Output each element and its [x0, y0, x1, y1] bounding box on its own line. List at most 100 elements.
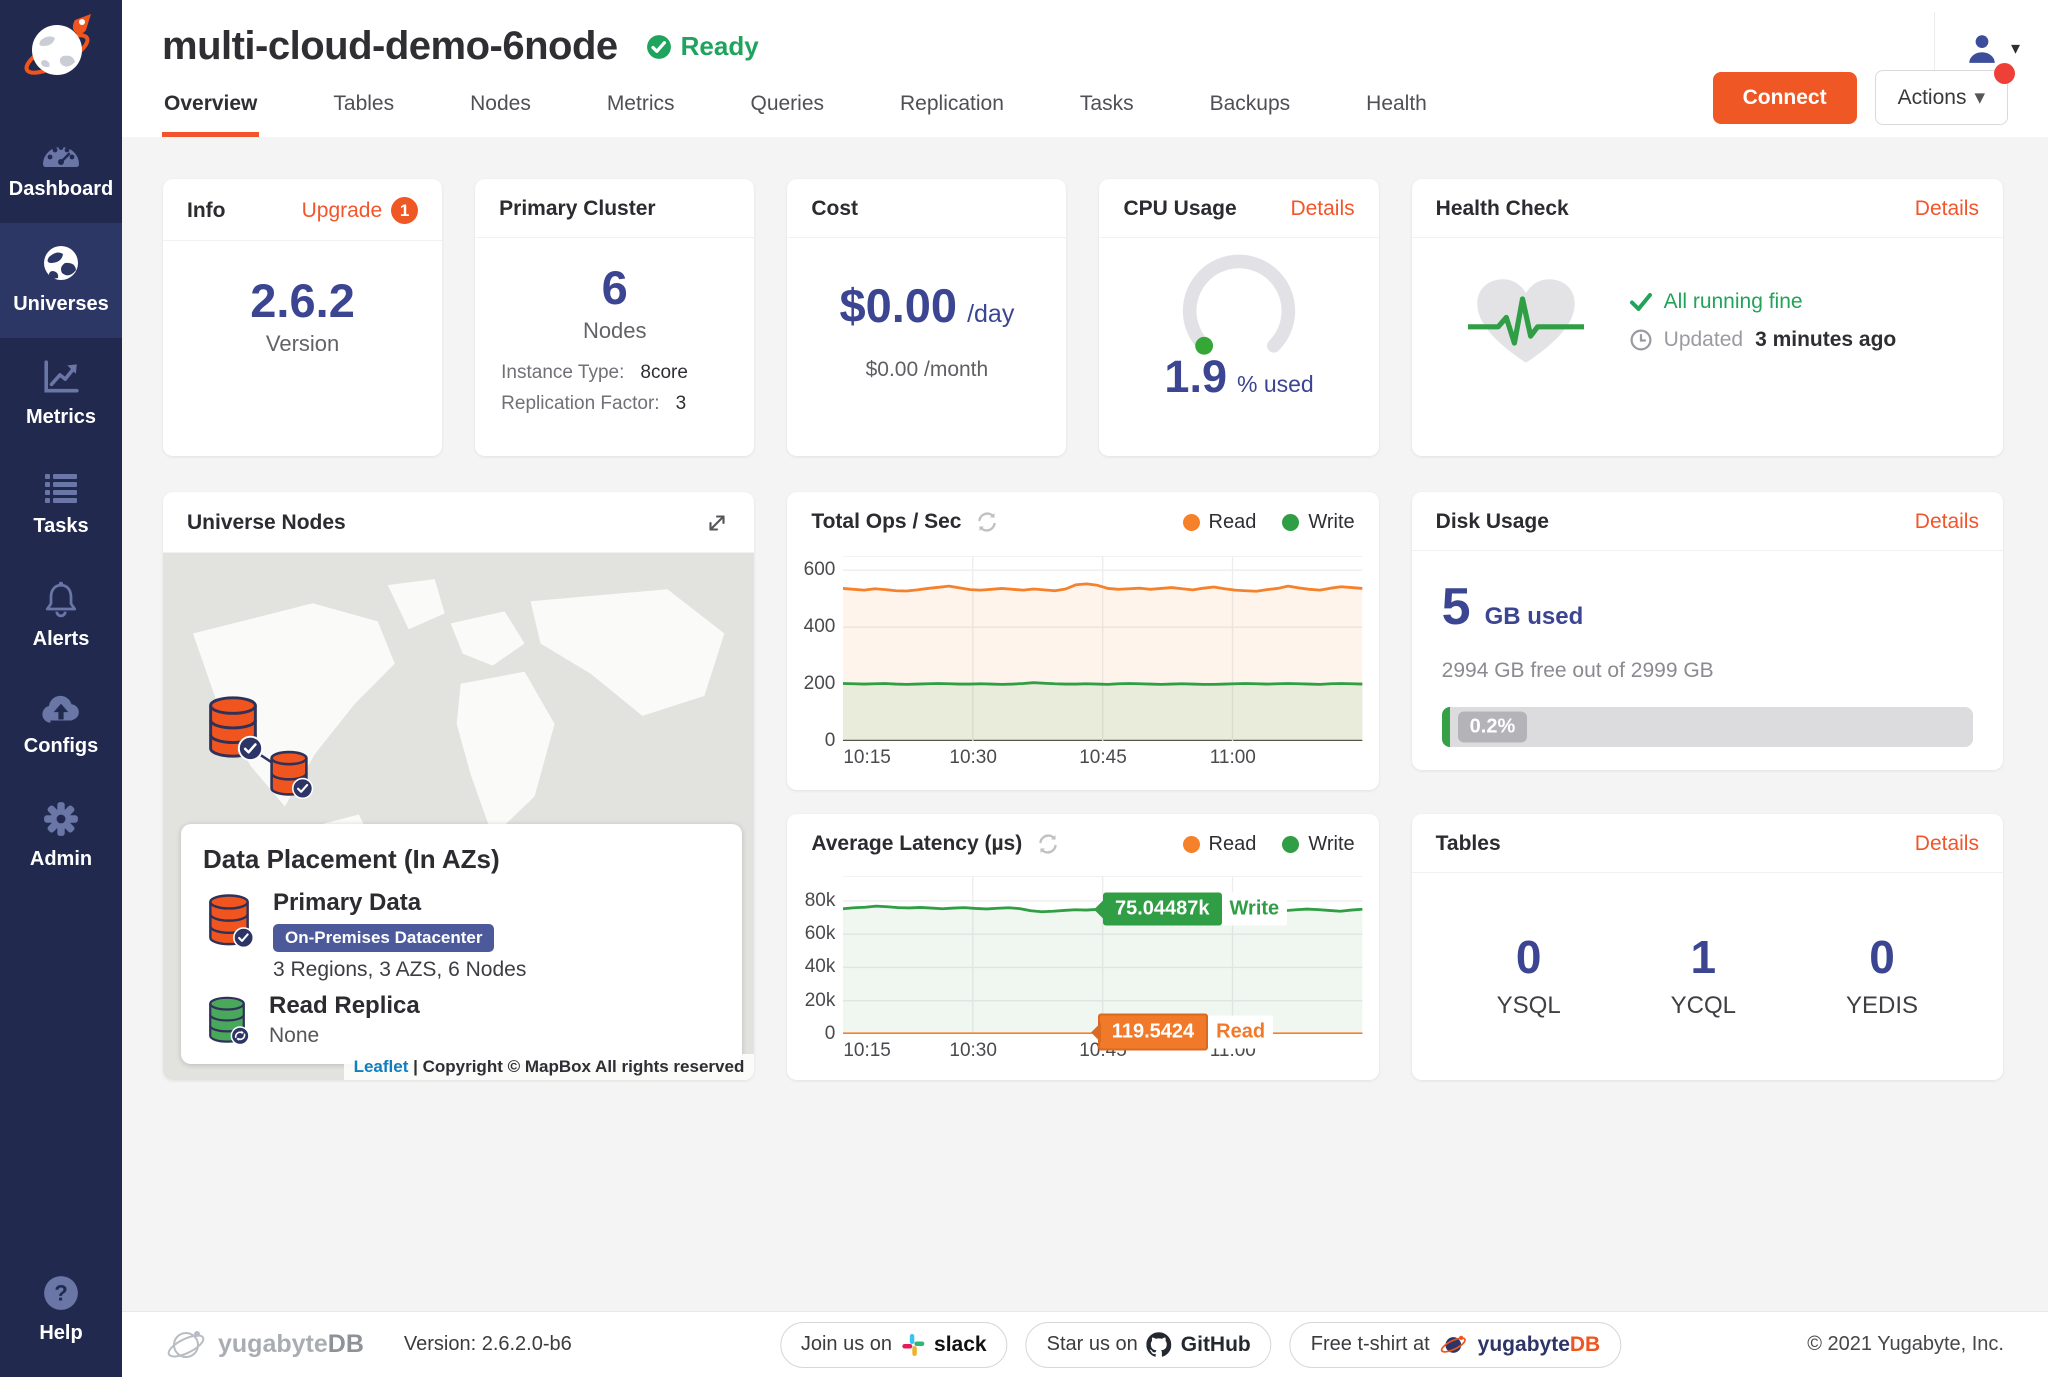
updated-value: 3 minutes ago — [1755, 328, 1896, 352]
primary-data-title: Primary Data — [273, 889, 526, 917]
ops-legend: Read Write — [1183, 511, 1355, 534]
footer-brand: yugabyteDB — [166, 1327, 364, 1363]
refresh-icon[interactable] — [1036, 832, 1060, 856]
disk-used-value: 5 — [1442, 577, 1471, 637]
health-updated-row: Updated 3 minutes ago — [1630, 328, 1897, 352]
status-label: Ready — [681, 31, 759, 62]
connect-button[interactable]: Connect — [1713, 72, 1857, 124]
main-area: multi-cloud-demo-6node Ready ▾ Overview … — [122, 0, 2048, 1377]
sidebar-item-universes[interactable]: Universes — [0, 223, 122, 338]
notification-dot — [1994, 63, 2015, 84]
disk-details-link[interactable]: Details — [1915, 510, 1979, 534]
sidebar: Dashboard Universes Metrics — [0, 0, 122, 1377]
tshirt-button[interactable]: Free t-shirt at yugabyteDB — [1290, 1322, 1621, 1368]
version-caption: Version — [163, 331, 442, 357]
tab-bar: Overview Tables Nodes Metrics Queries Re… — [122, 73, 2048, 137]
tab-tables[interactable]: Tables — [331, 92, 396, 137]
health-check-card: Health Check Details — [1412, 179, 2003, 456]
read-legend-dot — [1183, 514, 1200, 531]
tab-queries[interactable]: Queries — [748, 92, 826, 137]
cost-per-month: $0.00 /month — [787, 358, 1066, 382]
heartbeat-icon — [1468, 272, 1584, 370]
tab-health[interactable]: Health — [1364, 92, 1429, 137]
replication-factor-row: Replication Factor: 3 — [501, 393, 728, 415]
universes-globe-icon — [41, 243, 81, 283]
sidebar-item-dashboard[interactable]: Dashboard — [0, 118, 122, 223]
sidebar-item-alerts[interactable]: Alerts — [0, 560, 122, 673]
tab-tasks[interactable]: Tasks — [1078, 92, 1136, 137]
x-tick-label: 11:00 — [1210, 747, 1256, 769]
disk-free-text: 2994 GB free out of 2999 GB — [1442, 659, 1973, 683]
x-tick-label: 10:45 — [1079, 747, 1127, 769]
sidebar-item-admin[interactable]: Admin — [0, 780, 122, 893]
universe-nodes-card: Universe Nodes — [163, 492, 754, 1080]
x-tick-label: 10:30 — [949, 1040, 997, 1062]
map-marker-primary[interactable] — [201, 690, 265, 767]
read-replica-detail: None — [269, 1024, 420, 1048]
upgrade-link[interactable]: Upgrade 1 — [302, 197, 419, 224]
refresh-icon[interactable] — [975, 510, 999, 534]
database-marker-icon — [264, 743, 314, 799]
card-title: Primary Cluster — [499, 197, 655, 221]
yedis-label: YEDIS — [1846, 992, 1918, 1020]
ycql-value: 1 — [1671, 930, 1736, 984]
y-tick-label: 0 — [825, 1023, 836, 1045]
tab-backups[interactable]: Backups — [1208, 92, 1293, 137]
world-map[interactable]: Data Placement (In AZs) — [163, 553, 754, 1080]
nodes-count: 6 — [475, 262, 754, 314]
health-details-link[interactable]: Details — [1915, 197, 1979, 221]
disk-percent-badge: 0.2% — [1458, 712, 1528, 743]
sidebar-item-metrics[interactable]: Metrics — [0, 338, 122, 451]
ycql-label: YCQL — [1671, 992, 1736, 1020]
expand-icon[interactable] — [704, 510, 730, 536]
card-title: Total Ops / Sec — [811, 510, 961, 534]
sidebar-item-label: Metrics — [26, 406, 96, 428]
total-ops-card: Total Ops / Sec Read Write — [787, 492, 1378, 790]
row-value: 3 — [676, 393, 687, 415]
card-title: Universe Nodes — [187, 511, 346, 535]
cost-per-day: $0.00 — [839, 280, 957, 332]
configs-cloud-icon — [40, 693, 82, 725]
sidebar-item-help[interactable]: ? Help — [0, 1254, 122, 1367]
chevron-down-icon: ▾ — [1974, 86, 1985, 109]
sidebar-item-configs[interactable]: Configs — [0, 673, 122, 780]
latency-legend: Read Write — [1183, 833, 1355, 856]
database-marker-icon — [201, 690, 265, 762]
row-value: 8core — [640, 362, 688, 384]
github-button[interactable]: Star us on GitHub — [1026, 1322, 1272, 1368]
tables-details-link[interactable]: Details — [1915, 832, 1979, 856]
yugabyte-logo[interactable] — [19, 12, 103, 92]
github-label: GitHub — [1181, 1333, 1251, 1357]
tasks-list-icon — [41, 471, 81, 505]
tab-replication[interactable]: Replication — [898, 92, 1006, 137]
tab-metrics[interactable]: Metrics — [605, 92, 677, 137]
tab-overview[interactable]: Overview — [162, 92, 259, 137]
github-prefix: Star us on — [1047, 1333, 1138, 1356]
cost-day-suffix: /day — [967, 300, 1014, 329]
card-title: Cost — [811, 197, 858, 221]
y-tick-label: 400 — [804, 616, 836, 638]
write-legend-dot — [1282, 836, 1299, 853]
user-avatar-icon — [1965, 31, 1999, 65]
write-latency-label: Write — [1222, 893, 1288, 926]
slack-button[interactable]: Join us on slack — [780, 1322, 1008, 1368]
tab-nodes[interactable]: Nodes — [468, 92, 533, 137]
ops-y-axis: 6004002000 — [795, 556, 843, 741]
sidebar-item-tasks[interactable]: Tasks — [0, 451, 122, 560]
card-title: Average Latency (µs) — [811, 832, 1022, 856]
cpu-details-link[interactable]: Details — [1290, 197, 1354, 221]
yedis-value: 0 — [1846, 930, 1918, 984]
y-tick-label: 40k — [805, 956, 836, 978]
data-placement-panel: Data Placement (In AZs) — [181, 824, 742, 1064]
latency-chart-plot: 10:1510:3010:4511:00 75.04487k Write 119… — [843, 876, 1362, 1034]
leaflet-link[interactable]: Leaflet — [354, 1057, 409, 1076]
ysql-value: 0 — [1497, 930, 1561, 984]
github-icon — [1147, 1332, 1172, 1357]
y-tick-label: 60k — [805, 923, 836, 945]
read-replica-row: Read Replica None — [203, 992, 720, 1048]
placement-heading: Data Placement (In AZs) — [203, 844, 720, 875]
y-tick-label: 80k — [805, 890, 836, 912]
yedis-count: 0 YEDIS — [1846, 930, 1918, 1020]
actions-button[interactable]: Actions▾ — [1875, 70, 2008, 125]
map-marker-secondary[interactable] — [264, 743, 314, 804]
